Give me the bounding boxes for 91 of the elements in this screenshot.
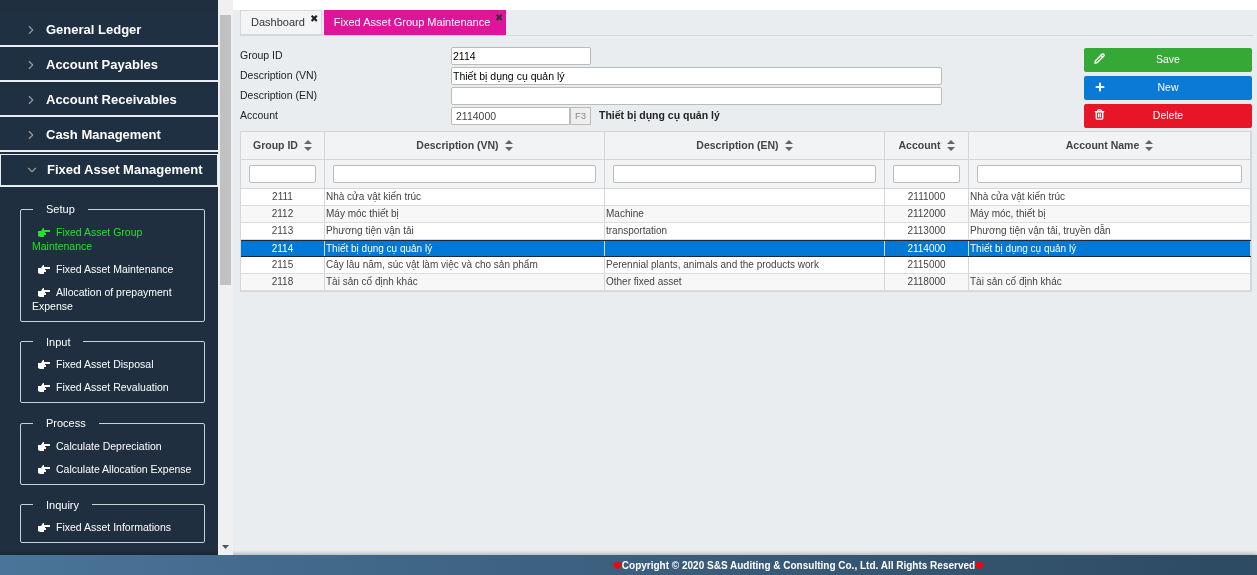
table-cell-text: 2112 xyxy=(271,207,294,221)
table-cell-text: Nhà cửa vật kiến trúc xyxy=(970,190,1066,204)
pointing-hand-icon xyxy=(38,360,50,369)
table-cell-text: Thiết bị dụng cụ quản lý xyxy=(970,241,1077,256)
table-row[interactable]: 2112 Máy móc thiết bị Machine 2112000 Máy móc, thiết bị xyxy=(241,206,1251,223)
text-field[interactable]: 2114 xyxy=(451,47,591,65)
table-cell-text: Machine xyxy=(606,207,644,221)
table-cell-text: Tài sản cố định khác xyxy=(326,275,418,289)
tab[interactable]: Dashboard ✖ xyxy=(240,10,322,35)
table-cell-text: transportation xyxy=(606,224,668,238)
account-field[interactable]: 2114000 xyxy=(451,107,570,125)
menu-item[interactable]: Calculate Depreciation xyxy=(32,438,193,453)
pointing-hand-icon xyxy=(38,227,50,237)
filter-field[interactable] xyxy=(333,165,596,183)
table-row[interactable]: 2114 Thiết bị dụng cụ quản lý 2114000 Thiết bị dụng cụ quản lý xyxy=(241,240,1251,257)
table-row[interactable]: 2115 Cây lâu năm, súc vật làm việc và cho sản phẩm Perennial plants, animals and the products work 2115000 xyxy=(241,257,1251,274)
table-cell-text: Nhà cửa vật kiến trúc xyxy=(326,190,422,204)
pointing-hand-icon xyxy=(38,464,50,474)
table-cell-text: Tài sản cố định khác xyxy=(970,275,1062,289)
table-cell-text: Other fixed asset xyxy=(606,275,682,289)
table-row[interactable]: 2111 Nhà cửa vật kiến trúc 2111000 Nhà cửa vật kiến trúc xyxy=(241,189,1251,206)
table-row[interactable]: 2113 Phương tiện vận tải transportation 2113000 Phương tiện vận tải, truyền dẫn xyxy=(241,223,1251,240)
plus-icon xyxy=(1094,81,1106,93)
filter-field[interactable] xyxy=(613,165,876,183)
pointing-hand-icon xyxy=(38,264,50,274)
table-cell-text: 2115000 xyxy=(907,258,946,272)
table-cell-text: 2112000 xyxy=(907,207,946,221)
tab[interactable]: Fixed Asset Group Maintenance ✖ xyxy=(323,10,507,35)
pencil-icon xyxy=(1094,53,1105,64)
filter-field[interactable] xyxy=(893,165,960,183)
pointing-hand-icon xyxy=(38,287,50,297)
column-header[interactable]: Description (EN) xyxy=(605,132,885,159)
menu-item[interactable]: Fixed Asset Revaluation xyxy=(32,380,193,394)
new-button[interactable]: New xyxy=(1084,76,1252,100)
menu-item[interactable]: Fixed Asset Group Maintenance xyxy=(32,224,193,253)
field-label: Description (VN) xyxy=(240,68,319,84)
table-cell-text: 2113000 xyxy=(907,224,946,238)
sort-icon xyxy=(946,140,955,151)
pointing-hand-icon xyxy=(38,441,50,451)
menu-group-title: Inquiry xyxy=(45,497,81,513)
pointing-hand-icon xyxy=(38,383,50,392)
table-cell-text: 2111000 xyxy=(907,190,946,204)
table-cell-text: 2118 xyxy=(271,275,294,289)
table-cell-text: 2118000 xyxy=(907,275,946,289)
menu-item[interactable]: Allocation of prepayment Expense xyxy=(32,284,193,313)
table-cell-text: Perennial plants, animals and the products work xyxy=(606,258,819,272)
menu-group-title: Setup xyxy=(45,202,76,217)
menu-item[interactable]: Calculate Allocation Expense xyxy=(32,461,193,476)
sort-icon xyxy=(303,140,312,151)
table-cell-text: 2114 xyxy=(271,241,294,256)
menu-item[interactable]: Fixed Asset Informations xyxy=(32,520,193,534)
sidebar-scrollbar[interactable] xyxy=(218,0,233,555)
text-field[interactable]: Thiết bị dụng cụ quản lý xyxy=(451,67,942,85)
column-header[interactable]: Group ID xyxy=(241,132,325,159)
pointing-hand-icon xyxy=(38,523,50,532)
filter-field[interactable] xyxy=(249,165,316,183)
module-header[interactable]: Fixed Asset Management xyxy=(0,154,218,187)
close-icon[interactable]: ✖ xyxy=(309,11,318,26)
table-cell-text: Máy móc, thiết bị xyxy=(970,207,1046,221)
menu-item[interactable]: Fixed Asset Disposal xyxy=(32,357,193,371)
table-cell-text: Máy móc thiết bị xyxy=(326,207,399,221)
field-label: Group ID xyxy=(240,48,284,64)
table-row[interactable]: 2118 Tài sản cố định khác Other fixed asset 2118000 Tài sản cố định khác xyxy=(241,274,1251,291)
filter-field[interactable] xyxy=(977,165,1242,183)
field-label: Description (EN) xyxy=(240,88,319,104)
sort-icon xyxy=(1145,140,1154,151)
menu-group-title: Input xyxy=(45,334,72,350)
field-label: Account xyxy=(240,108,279,124)
heart-icon xyxy=(612,560,622,570)
table-cell-text: 2113 xyxy=(271,224,294,238)
column-header[interactable]: Description (VN) xyxy=(325,132,605,159)
scroll-down-arrow-icon[interactable] xyxy=(222,545,229,549)
menu-group-title: Process xyxy=(45,416,87,431)
column-header[interactable]: Account xyxy=(885,132,969,159)
table-cell-text: 2111 xyxy=(272,190,293,204)
delete-button[interactable]: Delete xyxy=(1084,104,1252,128)
table-cell-text: Cây lâu năm, súc vật làm việc và cho sản phẩm xyxy=(326,258,538,272)
trash-icon xyxy=(1094,109,1105,120)
table-cell-text: Phương tiện vận tải, truyền dẫn xyxy=(970,223,1111,238)
table-cell-text: Thiết bị dụng cụ quản lý xyxy=(326,241,433,256)
text-field[interactable] xyxy=(451,87,942,105)
heart-icon xyxy=(975,560,985,570)
table-cell-text: Phương tiện vận tải xyxy=(326,224,414,238)
sort-icon xyxy=(504,140,513,151)
account-name-label: Thiết bị dụng cụ quản lý xyxy=(599,108,720,124)
sort-icon xyxy=(784,140,793,151)
menu-item[interactable]: Fixed Asset Maintenance xyxy=(32,261,193,276)
copyright-text: Copyright © 2020 S&S Auditing & Consulting Co., Ltd. All Rights Reserved xyxy=(621,558,976,573)
column-header[interactable]: Account Name xyxy=(969,132,1251,159)
table-cell-text: 2114000 xyxy=(907,241,946,256)
table-cell-text: 2115 xyxy=(271,258,294,272)
